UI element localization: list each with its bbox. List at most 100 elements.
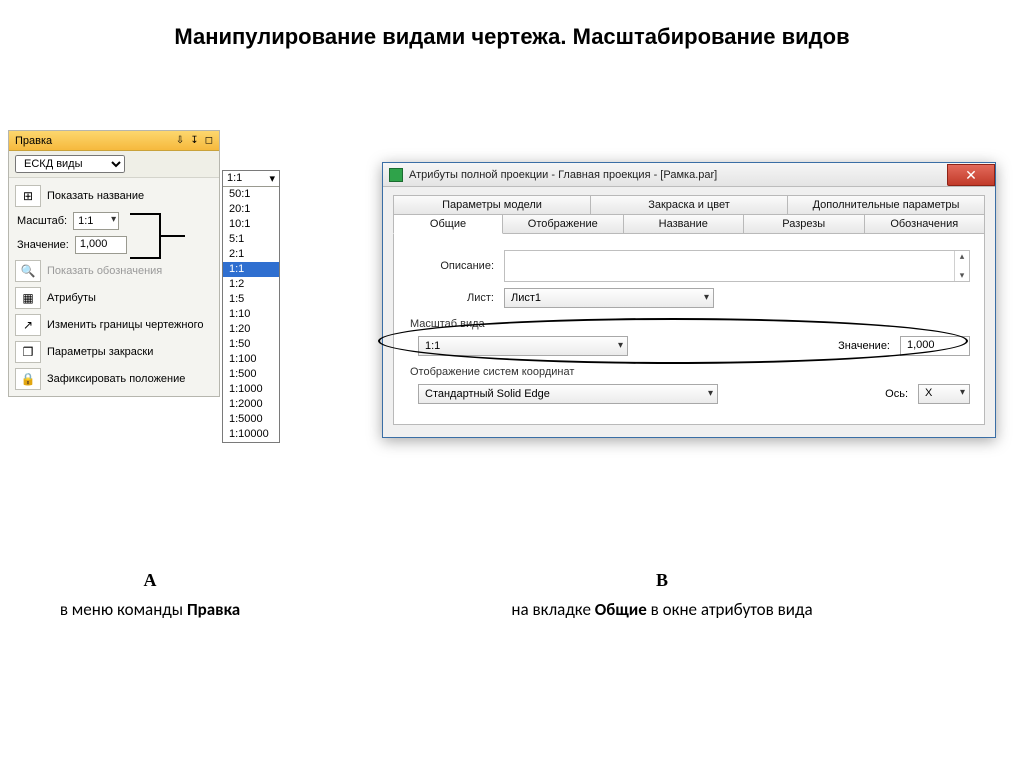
- dropdown-item[interactable]: 1:5000: [223, 412, 279, 427]
- cmd-change-bounds[interactable]: ↗ Изменить границы чертежного: [9, 311, 219, 338]
- window-body: Параметры моделиЗакраска и цветДополните…: [383, 187, 995, 437]
- scale-label: Масштаб:: [17, 215, 67, 227]
- dropdown-item[interactable]: 1:500: [223, 367, 279, 382]
- description-textarea[interactable]: ▴▾: [504, 250, 970, 282]
- cmd-label: Изменить границы чертежного: [47, 319, 203, 331]
- view-scale-combo[interactable]: 1:1: [418, 336, 628, 356]
- tab-bottom[interactable]: Общие: [393, 214, 503, 234]
- scroll-up-icon[interactable]: ▴: [955, 251, 969, 262]
- cmd-attributes[interactable]: ▦ Атрибуты: [9, 284, 219, 311]
- caption-b-post: в окне атрибутов вида: [647, 599, 813, 620]
- content-area: Правка ⇩ ↧ ◻ ЕСКД виды ⊞ Показать назван…: [0, 60, 1024, 620]
- bounds-icon: ↗: [15, 314, 41, 336]
- letter-a: А: [0, 570, 300, 591]
- panel-pravka: Правка ⇩ ↧ ◻ ЕСКД виды ⊞ Показать назван…: [8, 130, 220, 397]
- axis-combo[interactable]: X: [918, 384, 970, 404]
- caption-a-bold: Правка: [187, 599, 240, 620]
- app-icon: [389, 168, 403, 182]
- panel-close-icon[interactable]: ◻: [205, 131, 213, 151]
- panel-header: Правка ⇩ ↧ ◻: [9, 131, 219, 151]
- axis-label: Ось:: [885, 388, 908, 400]
- tab-top[interactable]: Дополнительные параметры: [788, 195, 985, 215]
- cmd-fill-params[interactable]: ❒ Параметры закраски: [9, 338, 219, 365]
- dropdown-item[interactable]: 1:50: [223, 337, 279, 352]
- tab-top[interactable]: Закраска и цвет: [591, 195, 788, 215]
- caption-b-pre: на вкладке: [511, 599, 594, 620]
- window-title: Атрибуты полной проекции - Главная проек…: [409, 169, 717, 181]
- dropdown-item[interactable]: 2:1: [223, 247, 279, 262]
- dropdown-item[interactable]: 1:1000: [223, 382, 279, 397]
- chevron-down-icon: ▾: [269, 172, 275, 185]
- scale-value-label: Значение:: [838, 340, 890, 352]
- caption-a: А в меню команды Правка: [0, 570, 300, 620]
- dropdown-item[interactable]: 1:2: [223, 277, 279, 292]
- attributes-window: Атрибуты полной проекции - Главная проек…: [382, 162, 996, 438]
- description-label: Описание:: [408, 260, 494, 272]
- cmd-show-name[interactable]: ⊞ Показать название: [9, 182, 219, 209]
- tab-row-top: Параметры моделиЗакраска и цветДополните…: [393, 195, 985, 215]
- tab-row-bottom: ОбщиеОтображениеНазваниеРазрезыОбозначен…: [393, 214, 985, 234]
- letter-b: В: [300, 570, 1024, 591]
- panel-dropdown-icon[interactable]: ⇩: [176, 131, 184, 151]
- value-input[interactable]: 1,000: [75, 236, 127, 254]
- cube-icon: ❒: [15, 341, 41, 363]
- caption-b: В на вкладке Общие в окне атрибутов вида: [300, 570, 1024, 620]
- caption-row: А в меню команды Правка В на вкладке Общ…: [0, 570, 1024, 620]
- magnifier-icon: 🔍: [15, 260, 41, 282]
- cmd-label: Зафиксировать положение: [47, 373, 185, 385]
- value-label: Значение:: [17, 239, 69, 251]
- view-type-select[interactable]: ЕСКД виды: [15, 155, 125, 173]
- panel-pin-icon[interactable]: ↧: [190, 131, 198, 151]
- cmd-label: Атрибуты: [47, 292, 96, 304]
- cmd-label: Показать обозначения: [47, 265, 162, 277]
- cmd-fix-position[interactable]: 🔒 Зафиксировать положение: [9, 365, 219, 392]
- caption-a-text: в меню команды Правка: [0, 599, 300, 620]
- dropdown-current[interactable]: 1:1 ▾: [223, 171, 279, 187]
- caption-b-bold: Общие: [595, 599, 647, 620]
- coord-group-row: Стандартный Solid Edge Ось: X: [418, 384, 970, 404]
- caption-a-pre: в меню команды: [60, 599, 187, 620]
- tab-bottom[interactable]: Отображение: [503, 214, 624, 234]
- dropdown-item[interactable]: 10:1: [223, 217, 279, 232]
- scale-value-input[interactable]: 1,000: [900, 336, 970, 356]
- caption-b-text: на вкладке Общие в окне атрибутов вида: [300, 599, 1024, 620]
- scale-combo[interactable]: 1:1: [73, 212, 119, 230]
- scale-group-title: Масштаб вида: [410, 318, 970, 330]
- dropdown-item[interactable]: 1:2000: [223, 397, 279, 412]
- sheet-row: Лист: Лист1: [408, 288, 970, 308]
- cmd-label: Параметры закраски: [47, 346, 153, 358]
- dropdown-item[interactable]: 1:10000: [223, 427, 279, 442]
- dropdown-item[interactable]: 5:1: [223, 232, 279, 247]
- tab-bottom[interactable]: Разрезы: [744, 214, 865, 234]
- tab-bottom[interactable]: Название: [624, 214, 745, 234]
- tab-top[interactable]: Параметры модели: [393, 195, 591, 215]
- dropdown-current-value: 1:1: [227, 172, 242, 185]
- value-row: Значение: 1,000: [9, 233, 219, 257]
- dropdown-item[interactable]: 20:1: [223, 202, 279, 217]
- cmd-label: Показать название: [47, 190, 144, 202]
- show-name-icon: ⊞: [15, 185, 41, 207]
- coord-system-combo[interactable]: Стандартный Solid Edge: [418, 384, 718, 404]
- sheet-combo[interactable]: Лист1: [504, 288, 714, 308]
- dropdown-item[interactable]: 1:10: [223, 307, 279, 322]
- scroll-down-icon[interactable]: ▾: [955, 270, 969, 281]
- tab-body: Описание: ▴▾ Лист: Лист1 Масштаб вида 1:…: [393, 234, 985, 425]
- close-button[interactable]: ✕: [947, 164, 995, 186]
- dropdown-item[interactable]: 1:20: [223, 322, 279, 337]
- command-list: ⊞ Показать название Масштаб: 1:1 Значени…: [9, 178, 219, 396]
- scale-group-row: 1:1 Значение: 1,000: [418, 336, 970, 356]
- dropdown-item[interactable]: 50:1: [223, 187, 279, 202]
- titlebar[interactable]: Атрибуты полной проекции - Главная проек…: [383, 163, 995, 187]
- cmd-show-designations: 🔍 Показать обозначения: [9, 257, 219, 284]
- dropdown-item[interactable]: 1:5: [223, 292, 279, 307]
- sheet-label: Лист:: [408, 292, 494, 304]
- type-selector-row: ЕСКД виды: [9, 151, 219, 178]
- scale-dropdown-list[interactable]: 1:1 ▾ 50:120:110:15:12:11:11:21:51:101:2…: [222, 170, 280, 443]
- scale-row: Масштаб: 1:1: [9, 209, 219, 233]
- dropdown-item[interactable]: 1:100: [223, 352, 279, 367]
- lock-icon: 🔒: [15, 368, 41, 390]
- page-title: Манипулирование видами чертежа. Масштаби…: [0, 0, 1024, 60]
- dropdown-item[interactable]: 1:1: [223, 262, 279, 277]
- attributes-icon: ▦: [15, 287, 41, 309]
- tab-bottom[interactable]: Обозначения: [865, 214, 986, 234]
